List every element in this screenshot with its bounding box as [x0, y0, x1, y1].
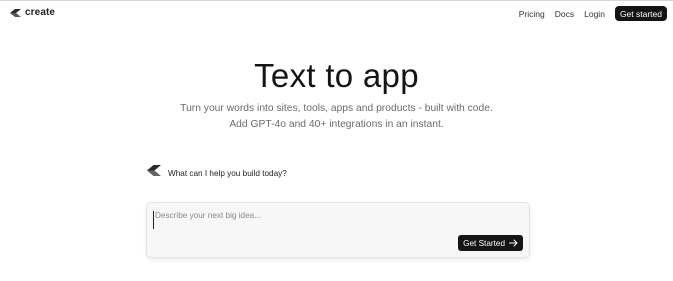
nav-links: Pricing Docs Login Get started: [519, 6, 667, 21]
get-started-nav-button[interactable]: Get started: [614, 6, 667, 21]
hero-subtitle-line1: Turn your words into sites, tools, apps …: [180, 103, 493, 114]
assistant-prompt: What can I help you build today?: [146, 164, 287, 182]
hero-subtitle-line2: Add GPT-4o and 40+ integrations in an in…: [229, 119, 444, 130]
nav-link-docs[interactable]: Docs: [555, 9, 574, 19]
brand-name: create: [25, 7, 56, 18]
arrow-right-icon: [509, 239, 518, 247]
assistant-question: What can I help you build today?: [168, 168, 287, 178]
brand-logo[interactable]: create: [9, 7, 55, 18]
nav-link-pricing[interactable]: Pricing: [519, 9, 545, 19]
idea-input[interactable]: [153, 211, 453, 229]
submit-label: Get Started: [463, 238, 505, 248]
create-logo-icon: [146, 164, 162, 182]
nav-link-login[interactable]: Login: [584, 9, 605, 19]
idea-input-card: Get Started: [146, 202, 530, 258]
top-nav: create Pricing Docs Login Get started: [0, 1, 673, 27]
landing-page: create Pricing Docs Login Get started Te…: [0, 0, 673, 281]
hero-title: Text to app: [254, 57, 419, 94]
create-logo-icon: [9, 8, 22, 18]
get-started-submit-button[interactable]: Get Started: [458, 235, 523, 251]
